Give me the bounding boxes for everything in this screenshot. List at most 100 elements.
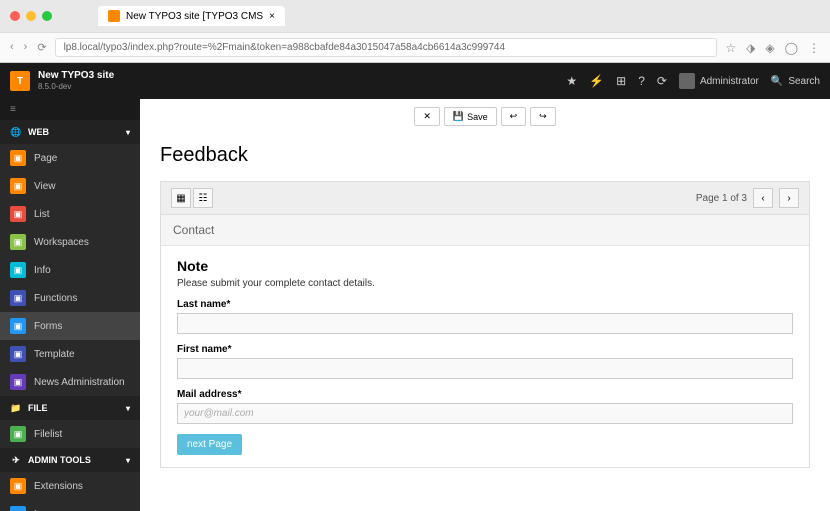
site-version: 8.5.0-dev bbox=[38, 82, 114, 92]
maximize-window-icon[interactable] bbox=[42, 11, 52, 21]
view-mode-button[interactable]: ▦ bbox=[171, 188, 191, 208]
undo-button[interactable]: ↩ bbox=[501, 107, 527, 126]
sidebar-item-label: Template bbox=[34, 349, 75, 360]
sidebar-section-header[interactable]: ✈ADMIN TOOLS▾ bbox=[0, 448, 140, 472]
window-controls bbox=[10, 11, 52, 21]
chevron-down-icon: ▾ bbox=[126, 128, 130, 137]
site-info: New TYPO3 site 8.5.0-dev bbox=[38, 70, 114, 92]
prev-page-button[interactable]: ‹ bbox=[753, 188, 773, 208]
title-bar: New TYPO3 site [TYPO3 CMS × bbox=[0, 0, 830, 32]
toolbar-left: ▦ ☷ bbox=[171, 188, 213, 208]
avatar-icon bbox=[679, 73, 695, 89]
next-page-button[interactable]: › bbox=[779, 188, 799, 208]
help-icon[interactable]: ? bbox=[638, 74, 645, 88]
save-icon: 💾 bbox=[453, 111, 464, 122]
sidebar: ≡ 🌐WEB▾▣Page▣View▣List▣Workspaces▣Info▣F… bbox=[0, 99, 140, 511]
close-button[interactable]: ✕ bbox=[414, 107, 440, 126]
forward-icon[interactable]: › bbox=[24, 41, 28, 54]
content-body: Feedback ▦ ☷ Page 1 of 3 ‹ › Contact bbox=[140, 134, 830, 478]
sidebar-item-label: Filelist bbox=[34, 429, 62, 440]
back-icon[interactable]: ‹ bbox=[10, 41, 14, 54]
nav-arrows: ‹ › ⟳ bbox=[10, 41, 47, 54]
account-icon[interactable]: ◯ bbox=[785, 41, 798, 55]
sidebar-section-header[interactable]: 📁FILE▾ bbox=[0, 396, 140, 420]
form-panel: ▦ ☷ Page 1 of 3 ‹ › Contact Note Please … bbox=[160, 181, 810, 468]
url-input[interactable]: lp8.local/typo3/index.php?route=%2Fmain&… bbox=[55, 38, 718, 57]
firstname-label: First name* bbox=[177, 344, 793, 355]
sidebar-item-view[interactable]: ▣ View bbox=[0, 172, 140, 200]
next-page-form-button[interactable]: next Page bbox=[177, 434, 242, 455]
reload-icon[interactable]: ⟳ bbox=[37, 41, 46, 54]
tree-mode-button[interactable]: ☷ bbox=[193, 188, 213, 208]
browser-toolbar-icons: ☆ ⬗ ◈ ◯ ⋮ bbox=[725, 41, 820, 55]
extension-icon[interactable]: ⬗ bbox=[746, 41, 755, 55]
browser-chrome: New TYPO3 site [TYPO3 CMS × ‹ › ⟳ lp8.lo… bbox=[0, 0, 830, 63]
sidebar-item-template[interactable]: ▣Template bbox=[0, 340, 140, 368]
lastname-input[interactable] bbox=[177, 313, 793, 334]
sidebar-item-page[interactable]: ▣Page bbox=[0, 144, 140, 172]
sidebar-item-forms[interactable]: ▣Forms bbox=[0, 312, 140, 340]
form-body: Note Please submit your complete contact… bbox=[161, 246, 809, 467]
user-menu[interactable]: Administrator bbox=[679, 73, 759, 89]
url-bar: ‹ › ⟳ lp8.local/typo3/index.php?route=%2… bbox=[0, 32, 830, 62]
sidebar-item-functions[interactable]: ▣Functions bbox=[0, 284, 140, 312]
main: ≡ 🌐WEB▾▣Page▣View▣List▣Workspaces▣Info▣F… bbox=[0, 99, 830, 511]
sidebar-item-label: Functions bbox=[34, 293, 77, 304]
sidebar-item-filelist[interactable]: ▣ Filelist bbox=[0, 420, 140, 448]
app: T New TYPO3 site 8.5.0-dev ★ ⚡ ⊞ ? ⟳ Adm… bbox=[0, 63, 830, 511]
tab-close-icon[interactable]: × bbox=[269, 11, 275, 22]
firstname-input[interactable] bbox=[177, 358, 793, 379]
module-icon: ▣ bbox=[10, 506, 26, 511]
favicon-icon bbox=[108, 10, 120, 22]
sidebar-collapse-button[interactable]: ≡ bbox=[0, 99, 140, 120]
module-icon: ▣ bbox=[10, 426, 26, 442]
sidebar-section-header[interactable]: 🌐WEB▾ bbox=[0, 120, 140, 144]
bookmark-icon[interactable]: ★ bbox=[566, 74, 577, 88]
note-title: Note bbox=[177, 258, 793, 274]
module-icon: ▣ bbox=[10, 206, 26, 222]
reload-backend-icon[interactable]: ⟳ bbox=[657, 74, 667, 88]
search-icon: 🔍 bbox=[771, 76, 783, 87]
pager-label: Page 1 of 3 bbox=[696, 193, 747, 204]
chevron-down-icon: ▾ bbox=[126, 404, 130, 413]
content: ✕ 💾Save ↩ ↪ Feedback ▦ ☷ Page 1 of 3 ‹ bbox=[140, 99, 830, 511]
pager: Page 1 of 3 ‹ › bbox=[696, 188, 799, 208]
app-icon[interactable]: ⊞ bbox=[616, 74, 626, 88]
shield-icon[interactable]: ◈ bbox=[765, 41, 774, 55]
close-window-icon[interactable] bbox=[10, 11, 20, 21]
user-name: Administrator bbox=[700, 76, 759, 87]
sidebar-item-label: Workspaces bbox=[34, 237, 89, 248]
lastname-label: Last name* bbox=[177, 299, 793, 310]
typo3-logo-icon[interactable]: T bbox=[10, 71, 30, 91]
site-title: New TYPO3 site bbox=[38, 70, 114, 82]
module-icon: ▣ bbox=[10, 178, 26, 194]
module-icon: ▣ bbox=[10, 478, 26, 494]
topbar: T New TYPO3 site 8.5.0-dev ★ ⚡ ⊞ ? ⟳ Adm… bbox=[0, 63, 830, 99]
field-firstname: First name* bbox=[177, 344, 793, 379]
star-icon[interactable]: ☆ bbox=[725, 41, 736, 55]
sidebar-item-extensions[interactable]: ▣Extensions bbox=[0, 472, 140, 500]
module-icon: ▣ bbox=[10, 150, 26, 166]
save-button[interactable]: 💾Save bbox=[444, 107, 497, 126]
field-mail: Mail address* bbox=[177, 389, 793, 424]
sidebar-item-workspaces[interactable]: ▣ Workspaces bbox=[0, 228, 140, 256]
mail-input[interactable] bbox=[177, 403, 793, 424]
redo-button[interactable]: ↪ bbox=[530, 107, 556, 126]
sidebar-item-label: News Administration bbox=[34, 377, 125, 388]
tab-title: New TYPO3 site [TYPO3 CMS bbox=[126, 11, 263, 22]
minimize-window-icon[interactable] bbox=[26, 11, 36, 21]
topbar-right: ★ ⚡ ⊞ ? ⟳ Administrator 🔍 Search bbox=[566, 73, 820, 89]
sidebar-item-info[interactable]: ▣Info bbox=[0, 256, 140, 284]
module-icon: ▣ bbox=[10, 234, 26, 250]
sidebar-item-news-administration[interactable]: ▣News Administration bbox=[0, 368, 140, 396]
chevron-down-icon: ▾ bbox=[126, 456, 130, 465]
search-box[interactable]: 🔍 Search bbox=[771, 76, 820, 87]
note-text: Please submit your complete contact deta… bbox=[177, 278, 793, 289]
sidebar-item-label: View bbox=[34, 181, 56, 192]
cache-icon[interactable]: ⚡ bbox=[589, 74, 604, 88]
sidebar-item-list[interactable]: ▣List bbox=[0, 200, 140, 228]
browser-tab[interactable]: New TYPO3 site [TYPO3 CMS × bbox=[98, 6, 285, 26]
menu-icon[interactable]: ⋮ bbox=[808, 41, 820, 55]
panel-toolbar: ▦ ☷ Page 1 of 3 ‹ › bbox=[161, 182, 809, 215]
section-icon: ✈ bbox=[10, 454, 22, 466]
